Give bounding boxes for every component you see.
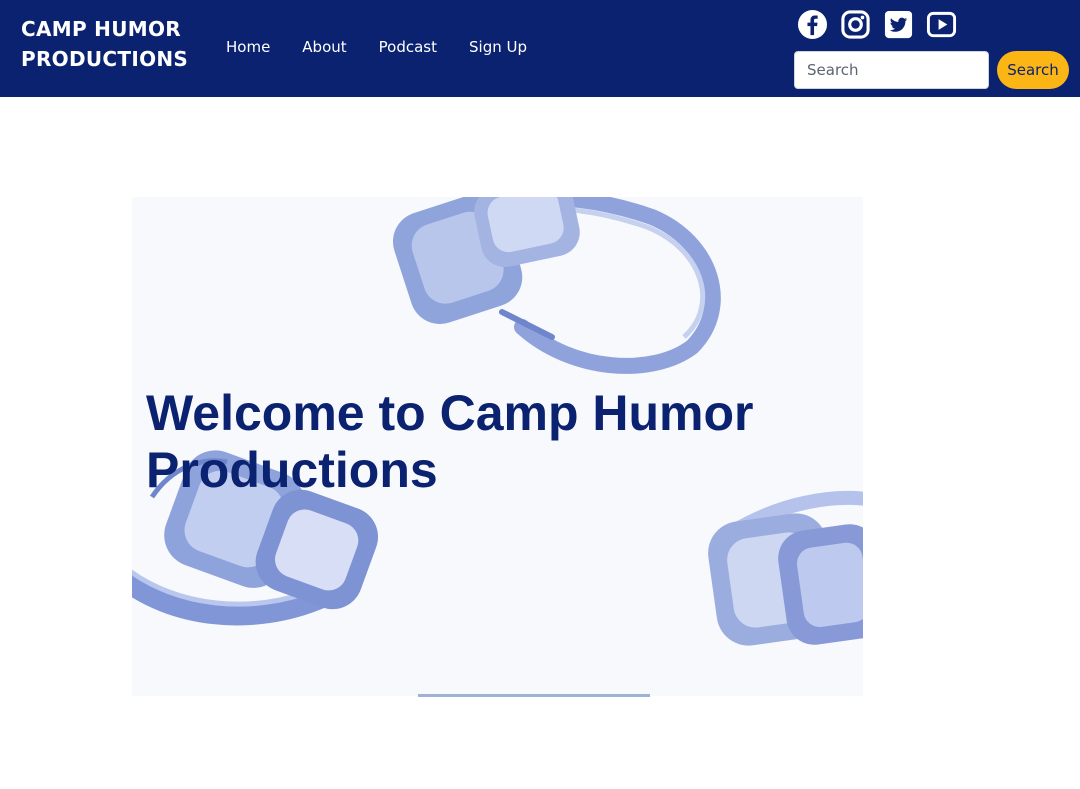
hero-divider: [418, 694, 650, 697]
nav-about[interactable]: About: [302, 36, 346, 58]
search-input[interactable]: [794, 51, 989, 89]
main-nav: Home About Podcast Sign Up: [226, 36, 559, 58]
brand-logo[interactable]: CAMP HUMOR PRODUCTIONS: [21, 14, 188, 74]
brand-line-1: CAMP HUMOR: [21, 17, 181, 41]
twitter-icon[interactable]: [883, 9, 914, 40]
nav-podcast[interactable]: Podcast: [379, 36, 437, 58]
search-button[interactable]: Search: [997, 51, 1069, 89]
nav-home[interactable]: Home: [226, 36, 270, 58]
social-links: [797, 9, 957, 40]
headphones-top: [392, 197, 721, 374]
instagram-icon[interactable]: [840, 9, 871, 40]
hero-title: Welcome to Camp Humor Productions: [146, 385, 754, 498]
facebook-icon[interactable]: [797, 9, 828, 40]
brand-line-2: PRODUCTIONS: [21, 47, 189, 71]
headphones-bottom-right: [708, 490, 863, 646]
nav-sign-up[interactable]: Sign Up: [469, 36, 527, 58]
youtube-icon[interactable]: [926, 9, 957, 40]
hero-banner: Welcome to Camp Humor Productions: [132, 197, 863, 696]
navbar: CAMP HUMOR PRODUCTIONS Home About Podcas…: [0, 0, 1080, 97]
